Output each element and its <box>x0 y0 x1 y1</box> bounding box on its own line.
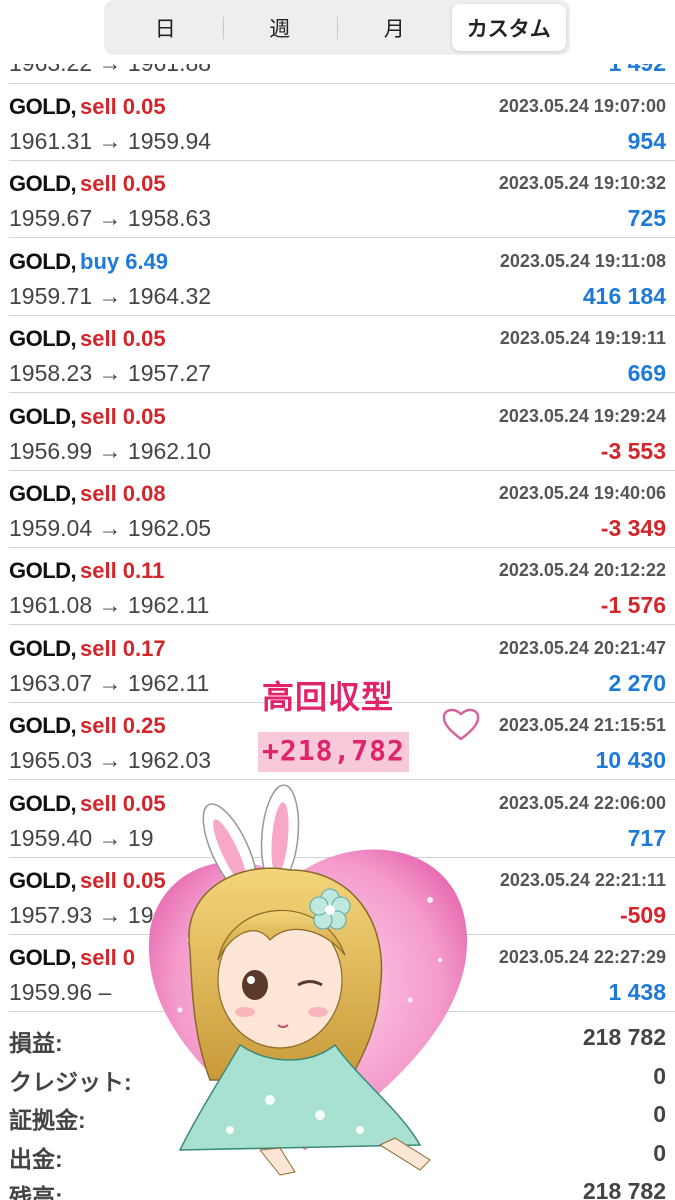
trade-row[interactable]: GOLD, sell 0.11 2023.05.24 20:12:22 1961.08… <box>9 548 675 626</box>
decorative-character-sticker <box>148 784 468 1176</box>
trade-row[interactable]: GOLD, sell 0.05 2023.05.24 19:10:32 1959.67… <box>9 161 675 239</box>
trade-symbol: GOLD, <box>9 326 77 352</box>
tab-month[interactable]: 月 <box>337 4 452 51</box>
trade-side-volume: sell 0.17 <box>80 635 166 661</box>
trade-time: 2023.05.24 20:21:47 <box>498 637 666 658</box>
trade-profit: 10 430 <box>595 747 666 774</box>
overlay-total-profit: +218,782 <box>258 732 409 772</box>
trade-profit: 954 <box>627 128 666 154</box>
trade-symbol: GOLD, <box>9 635 77 661</box>
trade-row[interactable]: GOLD, sell 0.08 2023.05.24 19:40:06 1959.04… <box>9 471 675 548</box>
summary-label: 残高: <box>9 1184 63 1200</box>
trade-time: 2023.05.24 20:12:22 <box>498 560 666 581</box>
tab-day[interactable]: 日 <box>108 4 223 51</box>
trade-symbol: GOLD, <box>9 790 77 816</box>
trade-profit: 717 <box>627 824 666 851</box>
trade-profit: -509 <box>619 902 666 928</box>
trade-profit: 669 <box>627 360 666 387</box>
summary-value: 0 <box>653 1139 666 1166</box>
tab-week[interactable]: 週 <box>222 4 338 51</box>
summary-value: 0 <box>653 1062 666 1089</box>
trade-row[interactable]: GOLD, sell 0.05 2023.05.24 19:19:11 1958.23… <box>9 316 675 394</box>
period-selector-bar: 日 週 月 カスタム <box>0 0 675 64</box>
trade-profit: 2 270 <box>608 669 666 696</box>
trade-time: 2023.05.24 19:40:06 <box>498 483 666 503</box>
trade-profit: 725 <box>627 205 666 232</box>
trade-prices: 1958.23 → 1957.27 <box>9 360 212 387</box>
trade-row[interactable]: GOLD, sell 0.05 2023.05.24 19:29:24 1956.99… <box>9 394 675 471</box>
trade-time: 2023.05.24 22:21:11 <box>499 870 666 890</box>
trade-profit: 1 438 <box>608 979 666 1006</box>
trade-profit: -3 553 <box>600 437 666 464</box>
trade-side-volume: sell 0.05 <box>80 94 166 119</box>
trade-prices: 1961.08 → 1962.11 <box>9 592 210 619</box>
heart-outline-icon <box>442 708 480 741</box>
trade-prices: 1965.03 → 1962.03 <box>9 747 212 774</box>
trade-symbol: GOLD, <box>9 868 77 893</box>
trade-side-volume: sell 0.05 <box>80 403 166 429</box>
trade-symbol: GOLD, <box>9 248 77 274</box>
trade-side-volume: sell 0.25 <box>80 713 166 739</box>
trade-symbol: GOLD, <box>9 713 77 739</box>
trade-time: 2023.05.24 21:15:51 <box>498 715 666 736</box>
trade-side-volume: sell 0.08 <box>80 481 166 506</box>
trade-symbol: GOLD, <box>9 945 77 971</box>
trade-profit: 416 184 <box>582 282 666 309</box>
trade-symbol: GOLD, <box>9 171 77 197</box>
trade-side-volume: sell 0.05 <box>80 171 166 197</box>
summary-value: 0 <box>653 1101 666 1127</box>
period-segmented-control: 日 週 月 カスタム <box>104 0 570 55</box>
tab-custom[interactable]: カスタム <box>451 4 566 51</box>
trade-side-volume: buy 6.49 <box>80 248 169 274</box>
trade-prices: 1959.71 → 1964.32 <box>9 282 212 309</box>
trade-prices: 1961.31 → 1959.94 <box>9 128 212 154</box>
trade-prices: 1959.96 – <box>9 979 112 1006</box>
trade-symbol: GOLD, <box>9 403 77 429</box>
trade-time: 2023.05.24 22:06:00 <box>498 792 666 813</box>
trade-row[interactable]: GOLD, buy 6.49 2023.05.24 19:11:08 1959.71 … <box>9 239 675 316</box>
trade-time: 2023.05.24 22:27:29 <box>498 947 666 968</box>
trade-row[interactable]: GOLD, sell 0.05 2023.05.24 19:07:00 1961.31… <box>9 84 675 161</box>
trade-symbol: GOLD, <box>9 481 77 506</box>
trade-time: 2023.05.24 19:10:32 <box>498 173 666 194</box>
trade-symbol: GOLD, <box>9 94 77 119</box>
trade-prices: 1959.04 → 1962.05 <box>9 515 212 541</box>
trade-time: 2023.05.24 19:11:08 <box>499 250 666 271</box>
trade-symbol: GOLD, <box>9 558 77 584</box>
summary-label: クレジット: <box>9 1068 132 1095</box>
summary-value: 218 782 <box>582 1178 666 1200</box>
summary-label: 出金: <box>9 1145 63 1172</box>
trade-side-volume: sell 0.11 <box>80 558 165 584</box>
trade-prices: 1959.67 → 1958.63 <box>9 205 212 232</box>
trade-prices: 1956.99 → 1962.10 <box>9 437 212 464</box>
summary-label: 証拠金: <box>9 1107 86 1133</box>
trade-profit: -3 349 <box>600 515 666 541</box>
trade-prices: 1963.07 → 1962.11 <box>9 669 210 696</box>
trade-time: 2023.05.24 19:19:11 <box>499 328 666 349</box>
trade-side-volume: sell 0.05 <box>80 326 166 352</box>
trade-time: 2023.05.24 19:29:24 <box>498 405 666 426</box>
summary-label: 損益: <box>9 1030 63 1056</box>
overlay-caption: 高回収型 <box>262 679 395 715</box>
trade-time: 2023.05.24 19:07:00 <box>498 96 666 116</box>
summary-value: 218 782 <box>582 1024 666 1050</box>
trade-profit: -1 576 <box>600 592 666 619</box>
